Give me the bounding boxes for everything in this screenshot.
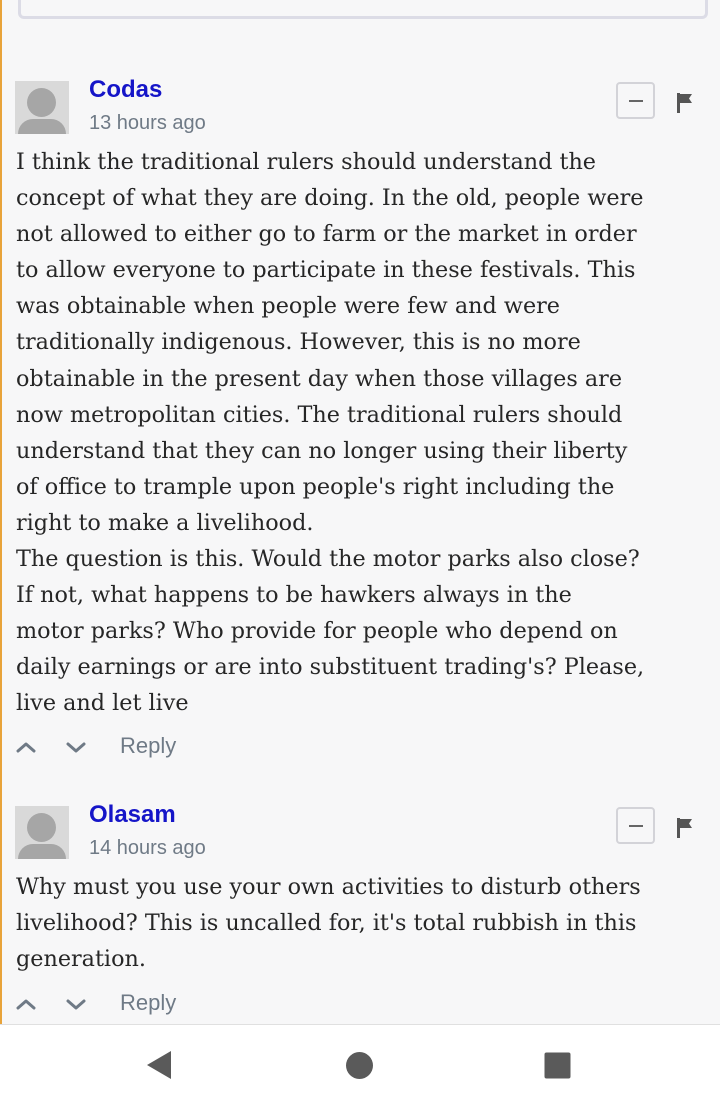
comment-line: understand that they can no longer using…: [16, 437, 628, 464]
comment-line: right to make a livelihood.: [16, 509, 314, 536]
avatar[interactable]: [15, 81, 69, 134]
recents-square-icon[interactable]: [544, 1052, 571, 1079]
comment-line: traditionally indigenous. However, this …: [16, 329, 581, 356]
minus-icon: [629, 825, 643, 827]
comment-line: to allow everyone to participate in thes…: [16, 257, 636, 284]
home-circle-icon[interactable]: [345, 1051, 374, 1080]
comment-author[interactable]: Codas: [89, 76, 162, 104]
comment-line: motor parks? Who provide for people who …: [16, 618, 618, 645]
chevron-up-icon[interactable]: [15, 997, 37, 1011]
reply-button[interactable]: Reply: [120, 990, 176, 1016]
chevron-down-icon[interactable]: [65, 998, 87, 1012]
avatar-shoulders: [18, 119, 66, 134]
comment-body: Why must you use your own activities to …: [16, 869, 716, 977]
avatar-shoulders: [18, 844, 66, 859]
avatar-head: [27, 813, 56, 842]
comment-author[interactable]: Olasam: [89, 801, 176, 829]
chevron-up-icon[interactable]: [15, 740, 37, 754]
comment-timestamp[interactable]: 13 hours ago: [89, 112, 206, 135]
chevron-down-icon[interactable]: [65, 741, 87, 755]
comment-timestamp[interactable]: 14 hours ago: [89, 837, 206, 860]
flag-icon[interactable]: [676, 93, 694, 113]
comments-page: Codas 13 hours ago I think the tradition…: [0, 0, 720, 1024]
comment-body: I think the traditional rulers should un…: [16, 144, 716, 722]
back-triangle-icon[interactable]: [145, 1050, 173, 1080]
comment-line: of office to trample upon people's right…: [16, 473, 615, 500]
comment-line: not allowed to either go to farm or the …: [16, 221, 637, 248]
avatar-head: [27, 88, 56, 117]
comment-line: The question is this. Would the motor pa…: [16, 546, 640, 573]
collapse-button[interactable]: [616, 807, 655, 844]
comment-line: was obtainable when people were few and …: [16, 293, 560, 320]
reply-button[interactable]: Reply: [120, 733, 176, 759]
collapse-button[interactable]: [616, 82, 655, 119]
comment-line: now metropolitan cities. The traditional…: [16, 401, 623, 428]
comment-line: generation.: [16, 946, 146, 973]
comment-line: I think the traditional rulers should un…: [16, 149, 597, 175]
comment-line: live and let live: [16, 690, 189, 717]
comment-line: Why must you use your own activities to …: [16, 874, 641, 900]
android-navigation-bar: [0, 1024, 720, 1105]
comment-line: concept of what they are doing. In the o…: [16, 185, 644, 212]
flag-icon[interactable]: [676, 818, 694, 838]
comment-line: obtainable in the present day when those…: [16, 365, 623, 392]
comment-input-box[interactable]: [18, 0, 708, 19]
comment-line: If not, what happens to be hawkers alway…: [16, 582, 572, 609]
avatar[interactable]: [15, 806, 69, 859]
minus-icon: [629, 100, 643, 102]
comment-line: livelihood? This is uncalled for, it's t…: [16, 910, 637, 937]
comment-line: daily earnings or are into substituent t…: [16, 654, 645, 681]
